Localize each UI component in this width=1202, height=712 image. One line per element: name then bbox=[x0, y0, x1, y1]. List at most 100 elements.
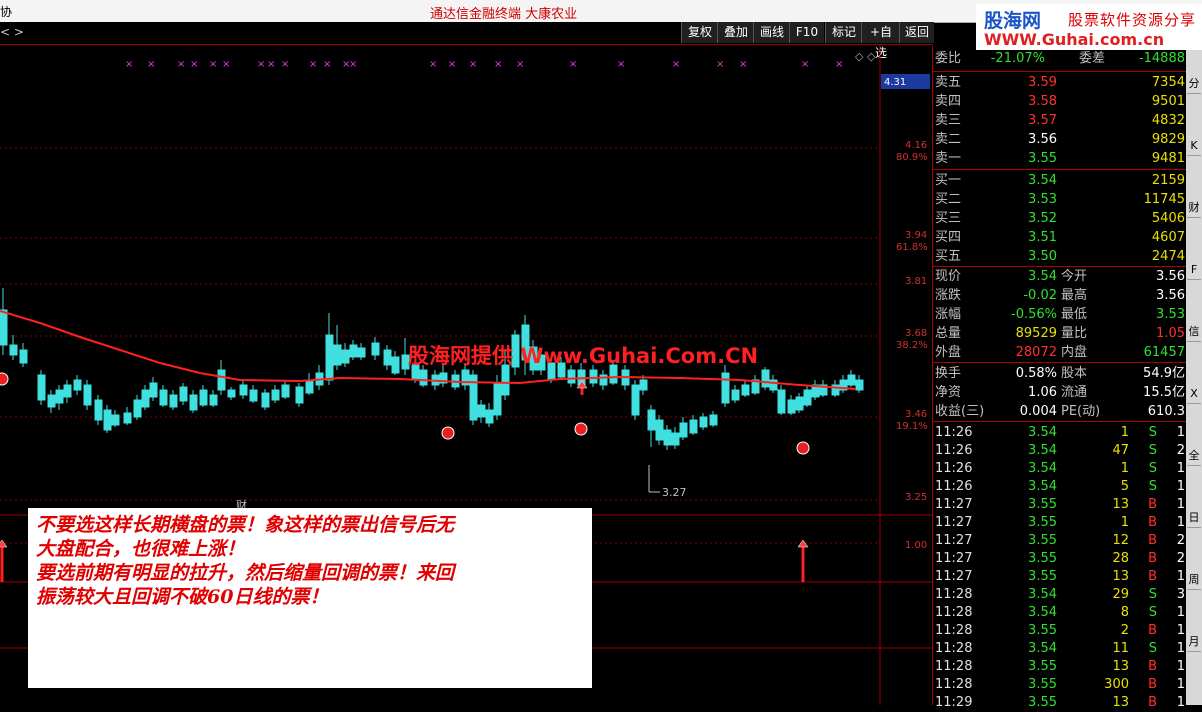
tick-row[interactable]: 11:28 3.54 29 S 3 bbox=[933, 585, 1187, 604]
fund-value: 54.9亿 bbox=[1143, 366, 1185, 381]
tick-side: B bbox=[1148, 695, 1157, 710]
candle-body bbox=[0, 309, 8, 346]
candle-body bbox=[111, 414, 120, 426]
candle-body bbox=[305, 379, 314, 394]
candle-body bbox=[589, 369, 598, 384]
tick-volume: 28 bbox=[1112, 551, 1129, 566]
side-tab[interactable]: 周 bbox=[1187, 571, 1201, 590]
tick-row[interactable]: 11:26 3.54 5 S 1 bbox=[933, 477, 1187, 496]
tick-row[interactable]: 11:28 3.54 8 S 1 bbox=[933, 603, 1187, 622]
tick-time: 11:27 bbox=[935, 551, 973, 566]
note-line: 不要选这样长期横盘的票！象这样的票出信号后无 bbox=[36, 514, 455, 536]
candle-body bbox=[227, 389, 236, 398]
tick-count: 1 bbox=[1176, 461, 1185, 476]
logo-brand: 股海网 bbox=[984, 10, 1042, 32]
fuquan-button[interactable]: 复权 bbox=[681, 22, 718, 43]
candle-body bbox=[371, 342, 380, 356]
tick-time: 11:27 bbox=[935, 569, 973, 584]
side-tab[interactable]: X bbox=[1187, 385, 1201, 404]
side-tab[interactable]: 财 bbox=[1187, 199, 1201, 218]
candle-body bbox=[631, 384, 640, 416]
chart-toolbar: < > 复权 叠加 画线 F10 标记 +自选 返回 bbox=[0, 22, 934, 60]
overlay-button[interactable]: 叠加 bbox=[717, 22, 754, 43]
f10-button[interactable]: F10 bbox=[789, 22, 824, 43]
tick-row[interactable]: 11:27 3.55 13 B 1 bbox=[933, 567, 1187, 586]
stat-value: 61457 bbox=[1143, 345, 1185, 360]
tick-row[interactable]: 11:27 3.55 28 B 2 bbox=[933, 549, 1187, 568]
tick-count: 1 bbox=[1176, 425, 1185, 440]
side-tab[interactable]: 分 bbox=[1187, 75, 1201, 94]
tick-count: 1 bbox=[1176, 497, 1185, 512]
tick-price: 3.55 bbox=[1028, 695, 1057, 710]
tick-side: B bbox=[1148, 677, 1157, 692]
cross-marker-icon: × bbox=[617, 59, 625, 70]
tick-row[interactable]: 11:26 3.54 1 S 1 bbox=[933, 459, 1187, 478]
tick-side: B bbox=[1148, 515, 1157, 530]
tick-row[interactable]: 11:27 3.55 13 B 1 bbox=[933, 495, 1187, 514]
tick-row[interactable]: 11:26 3.54 1 S 1 bbox=[933, 423, 1187, 442]
tick-count: 1 bbox=[1176, 515, 1185, 530]
tick-side: S bbox=[1148, 425, 1157, 440]
add-watchlist-button[interactable]: +自选 bbox=[861, 22, 900, 60]
tick-volume: 13 bbox=[1112, 659, 1129, 674]
note-line: 振荡较大且回调不破60日线的票！ bbox=[36, 586, 329, 608]
candle-body bbox=[123, 412, 132, 424]
side-tab[interactable]: 月 bbox=[1187, 633, 1201, 652]
candle-body bbox=[133, 399, 142, 418]
candle-body bbox=[349, 344, 358, 358]
cross-marker-icon: × bbox=[323, 59, 331, 70]
tick-row[interactable]: 11:26 3.54 47 S 2 bbox=[933, 441, 1187, 460]
side-tab-bar: 分 K 财 F 信 X 全日周月 bbox=[1186, 45, 1202, 705]
candle-body bbox=[803, 389, 812, 406]
bid-volume: 2474 bbox=[1151, 249, 1185, 264]
tick-time: 11:28 bbox=[935, 659, 973, 674]
tick-row[interactable]: 11:28 3.54 11 S 1 bbox=[933, 639, 1187, 658]
candle-body bbox=[567, 369, 576, 384]
candle-body bbox=[295, 386, 304, 404]
candle-body bbox=[83, 384, 92, 406]
tick-time: 11:28 bbox=[935, 605, 973, 620]
bid-row: 买二 3.53 11745 bbox=[933, 190, 1187, 209]
ask-price: 3.55 bbox=[1028, 151, 1057, 166]
tick-row[interactable]: 11:29 3.55 13 B 1 bbox=[933, 693, 1187, 712]
stat-value: 28072 bbox=[1015, 345, 1057, 360]
side-tab[interactable]: 全 bbox=[1187, 447, 1201, 466]
tick-volume: 12 bbox=[1112, 533, 1129, 548]
tick-count: 1 bbox=[1176, 695, 1185, 710]
stat-value: -0.56% bbox=[1011, 307, 1057, 322]
tick-row[interactable]: 11:27 3.55 12 B 2 bbox=[933, 531, 1187, 550]
nav-arrows[interactable]: < > bbox=[0, 25, 24, 39]
bid-price: 3.52 bbox=[1028, 211, 1057, 226]
tick-row[interactable]: 11:28 3.55 13 B 1 bbox=[933, 657, 1187, 676]
side-tab[interactable]: 信 bbox=[1187, 323, 1201, 342]
y-axis-pct-label: 38.2% bbox=[896, 340, 928, 351]
indicator-axis-label: 1.00 bbox=[905, 540, 927, 551]
cross-marker-icon: × bbox=[469, 59, 477, 70]
tick-time: 11:26 bbox=[935, 461, 973, 476]
stat-value: 3.56 bbox=[1156, 269, 1185, 284]
tick-time: 11:26 bbox=[935, 479, 973, 494]
annotation-note: 不要选这样长期横盘的票！象这样的票出信号后无 大盘配合，也很难上涨！ 要选前期有… bbox=[28, 508, 592, 688]
fund-label: 流通 bbox=[1061, 385, 1088, 400]
y-axis-pct-label: 80.9% bbox=[896, 152, 928, 163]
draw-line-button[interactable]: 画线 bbox=[753, 22, 790, 43]
mark-button[interactable]: 标记 bbox=[825, 22, 862, 43]
cross-marker-icon: × bbox=[281, 59, 289, 70]
y-axis-price-label: 3.25 bbox=[905, 492, 927, 503]
candle-body bbox=[383, 349, 392, 366]
tick-price: 3.54 bbox=[1028, 443, 1057, 458]
ask-row: 卖三 3.57 4832 bbox=[933, 111, 1187, 130]
ask-price: 3.59 bbox=[1028, 75, 1057, 90]
back-button[interactable]: 返回 bbox=[899, 22, 934, 43]
candle-body bbox=[679, 422, 688, 438]
tick-row[interactable]: 11:28 3.55 2 B 1 bbox=[933, 621, 1187, 640]
side-tab[interactable]: 日 bbox=[1187, 509, 1201, 528]
candle-body bbox=[141, 389, 150, 408]
quote-panel: 委比 -21.07% 委差 -14888 卖五 3.59 7354 卖四 3.58 9501 卖三 3… bbox=[932, 45, 1187, 710]
side-tab[interactable]: F bbox=[1187, 261, 1201, 280]
tick-row[interactable]: 11:28 3.55 300 B 1 bbox=[933, 675, 1187, 694]
side-tab[interactable]: K bbox=[1187, 137, 1201, 156]
y-axis-pct-label: 61.8% bbox=[896, 242, 928, 253]
cross-marker-icon: × bbox=[309, 59, 317, 70]
tick-row[interactable]: 11:27 3.55 1 B 1 bbox=[933, 513, 1187, 532]
